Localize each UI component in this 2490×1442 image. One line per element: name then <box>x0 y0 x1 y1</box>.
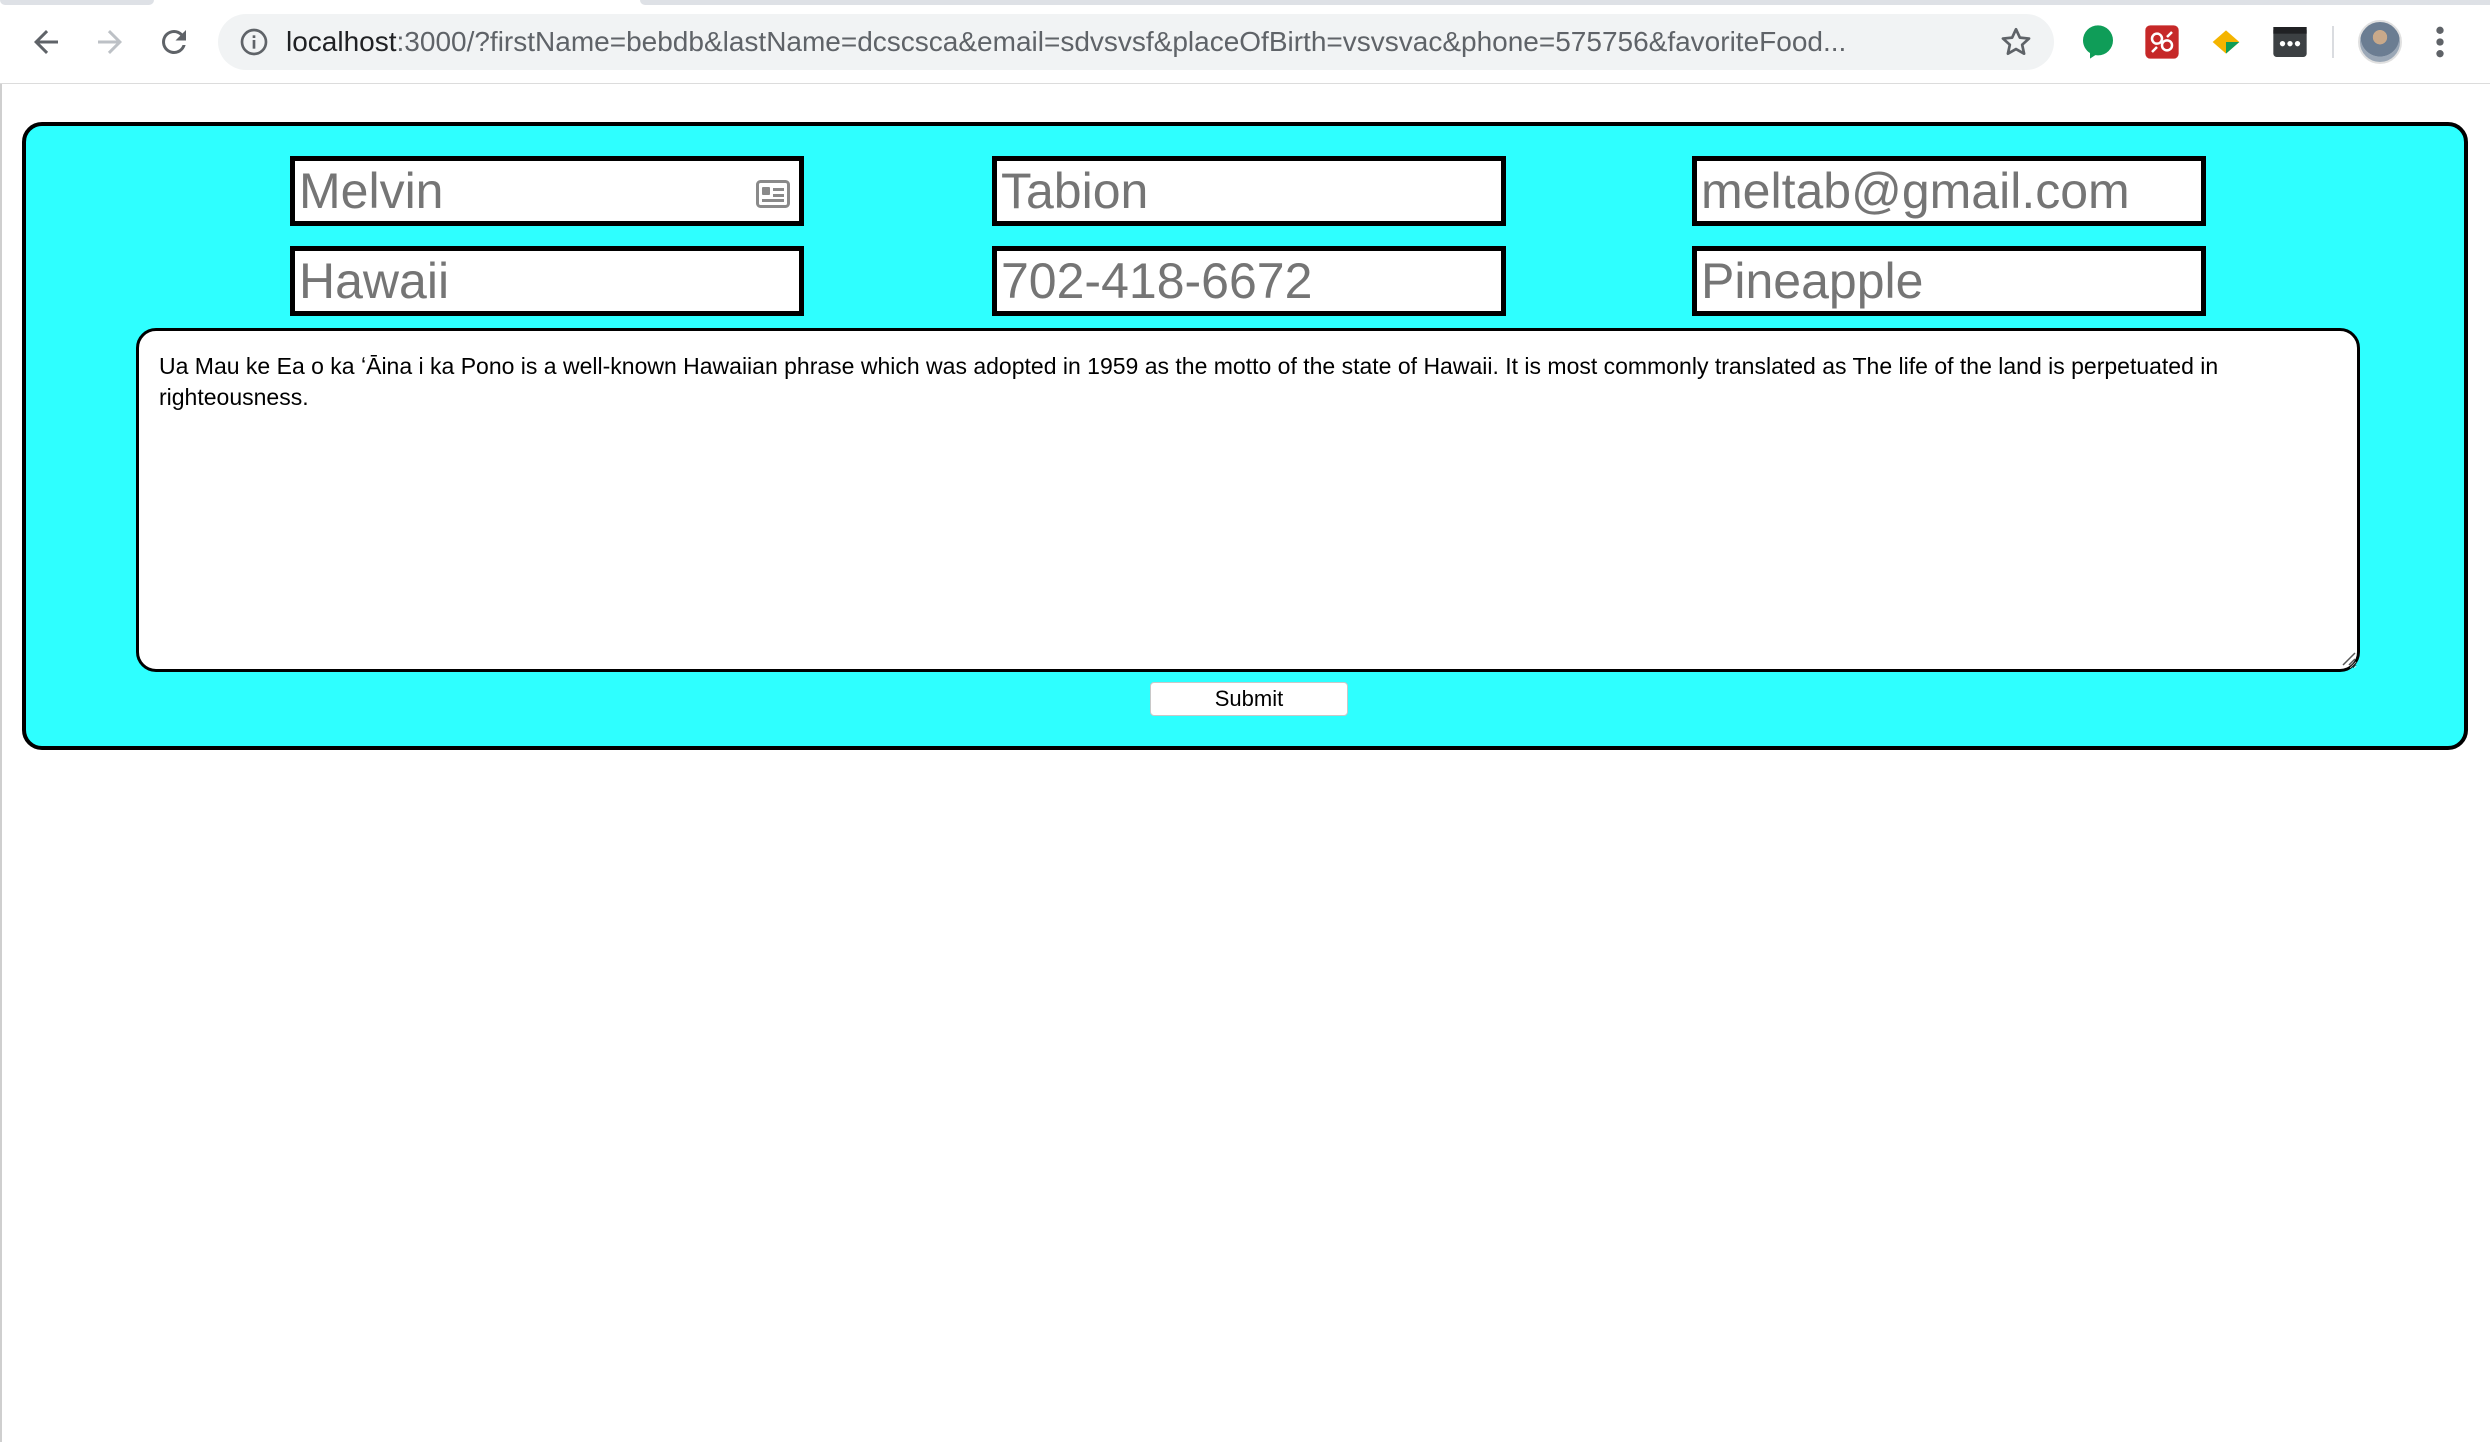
place-of-birth-input[interactable] <box>290 246 804 316</box>
tab-strip <box>0 0 2490 6</box>
address-bar[interactable]: localhost:3000/?firstName=bebdb&lastName… <box>218 14 2054 70</box>
browser-toolbar: localhost:3000/?firstName=bebdb&lastName… <box>0 0 2490 84</box>
toolbar-divider <box>2332 26 2334 58</box>
kebab-menu-icon[interactable] <box>2430 22 2450 62</box>
reload-icon <box>162 30 186 54</box>
favorite-food-input[interactable] <box>1692 246 2206 316</box>
last-name-input[interactable] <box>992 156 1506 226</box>
url-path: :3000/?firstName=bebdb&lastName=dcscsca&… <box>396 26 1847 57</box>
email-input[interactable] <box>1692 156 2206 226</box>
first-name-input[interactable] <box>290 156 804 226</box>
red-bug-icon[interactable] <box>2142 22 2182 62</box>
url-text[interactable]: localhost:3000/?firstName=bebdb&lastName… <box>286 14 1966 70</box>
star-icon[interactable] <box>1998 24 2034 60</box>
yellow-diamond-icon[interactable] <box>2206 22 2246 62</box>
password-dots-icon[interactable] <box>2270 22 2310 62</box>
forward-button[interactable] <box>82 14 138 70</box>
viewport-edge <box>0 84 2 1442</box>
phone-input[interactable] <box>992 246 1506 316</box>
message-textarea[interactable]: Ua Mau ke Ea o ka ʻĀina i ka Pono is a w… <box>136 328 2360 672</box>
submit-button[interactable]: Submit <box>1150 682 1348 716</box>
info-icon[interactable] <box>238 26 270 58</box>
url-host: localhost <box>286 26 397 57</box>
forward-arrow-icon <box>98 30 122 54</box>
tab-edge-left[interactable] <box>0 0 154 5</box>
back-arrow-icon <box>34 30 58 54</box>
tab-edge-right[interactable] <box>640 0 2490 5</box>
back-button[interactable] <box>18 14 74 70</box>
contact-form: Ua Mau ke Ea o ka ʻĀina i ka Pono is a w… <box>22 122 2468 750</box>
reload-button[interactable] <box>146 14 202 70</box>
profile-avatar[interactable] <box>2358 20 2402 64</box>
green-chat-icon[interactable] <box>2078 22 2118 62</box>
resize-grip-icon[interactable] <box>2338 648 2356 666</box>
